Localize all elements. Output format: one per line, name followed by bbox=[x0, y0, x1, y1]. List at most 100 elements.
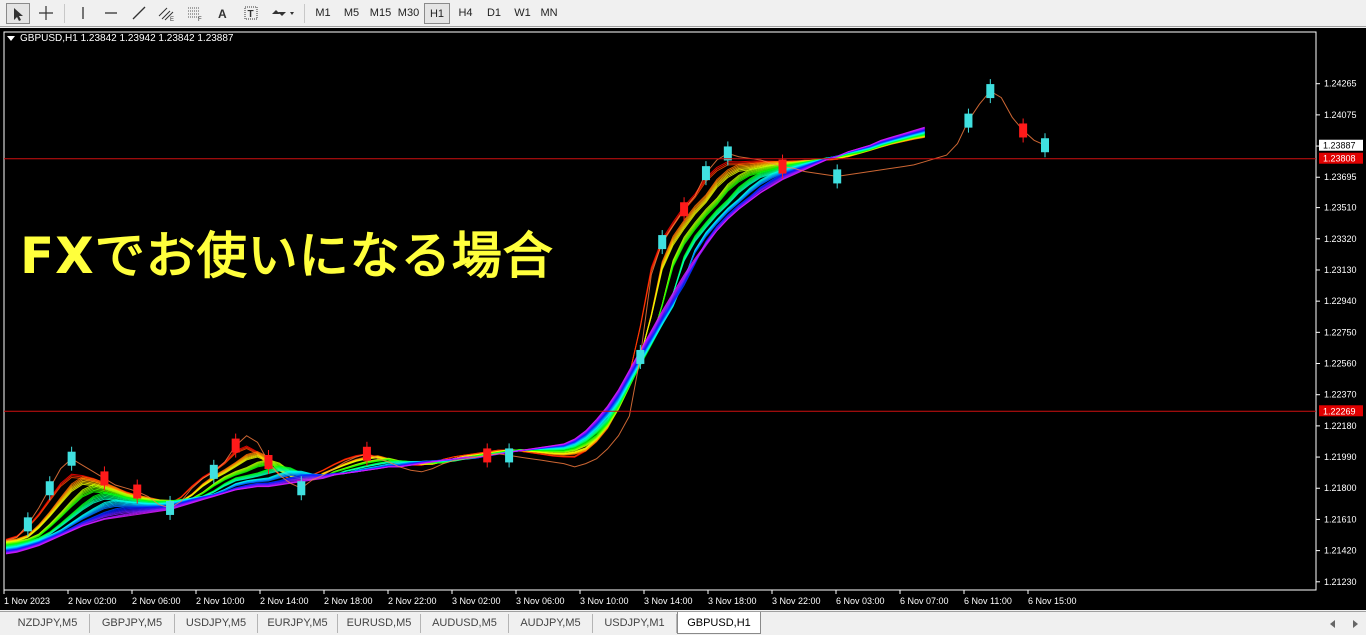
candle-body bbox=[1041, 138, 1049, 153]
chart-area[interactable]: 1.242651.240751.238851.236951.235101.233… bbox=[0, 28, 1366, 610]
candle-body bbox=[133, 484, 142, 499]
ma-line bbox=[5, 132, 925, 548]
text-label-icon: T bbox=[244, 6, 258, 20]
ma-line bbox=[5, 133, 925, 547]
svg-text:A: A bbox=[218, 7, 227, 21]
fibonacci-tool-button[interactable]: F bbox=[184, 3, 206, 24]
tab-eurjpy-m5[interactable]: EURJPY,M5 bbox=[258, 614, 338, 633]
current-price-label: 1.23887 bbox=[1323, 141, 1356, 151]
ma-line bbox=[5, 135, 925, 541]
x-tick-label: 1 Nov 2023 bbox=[4, 596, 50, 606]
y-tick-label: 1.22180 bbox=[1324, 421, 1357, 431]
arrows-tool-button[interactable] bbox=[268, 3, 298, 24]
vertical-line-icon bbox=[82, 7, 84, 19]
x-tick-label: 6 Nov 11:00 bbox=[964, 596, 1012, 606]
toolbar-separator bbox=[304, 4, 305, 23]
scroll-left-icon[interactable] bbox=[1328, 619, 1338, 629]
x-tick-label: 2 Nov 06:00 bbox=[132, 596, 181, 606]
ma-line bbox=[5, 135, 925, 543]
candle-body bbox=[701, 166, 710, 181]
tab-gbpjpy-m5[interactable]: GBPJPY,M5 bbox=[90, 614, 175, 633]
y-tick-label: 1.24265 bbox=[1324, 79, 1357, 89]
ma-ribbon bbox=[5, 126, 925, 555]
x-tick-label: 2 Nov 14:00 bbox=[260, 596, 309, 606]
scroll-right-icon[interactable] bbox=[1350, 619, 1360, 629]
fibonacci-icon: F bbox=[188, 7, 202, 23]
ma-line bbox=[5, 135, 925, 543]
timeframe-m1-button[interactable]: M1 bbox=[310, 3, 336, 24]
x-tick-label: 3 Nov 14:00 bbox=[644, 596, 693, 606]
candle-body bbox=[362, 446, 371, 461]
tab-audjpy-m5[interactable]: AUDJPY,M5 bbox=[509, 614, 593, 633]
x-tick-label: 6 Nov 03:00 bbox=[836, 596, 885, 606]
y-tick-label: 1.22560 bbox=[1324, 359, 1357, 369]
ma-line bbox=[5, 134, 925, 545]
price-chart[interactable]: 1.242651.240751.238851.236951.235101.233… bbox=[0, 28, 1366, 610]
candle-body bbox=[833, 169, 842, 184]
candle-body bbox=[264, 454, 273, 469]
candle-body bbox=[231, 438, 240, 453]
svg-text:T: T bbox=[248, 9, 254, 20]
ma-line bbox=[5, 131, 925, 550]
candle-body bbox=[1019, 123, 1028, 138]
timeframe-m5-button[interactable]: M5 bbox=[338, 3, 365, 24]
toolbar: E F A T M1 M5 M15 M30 H1 H4 D1 W1 MN bbox=[0, 0, 1366, 27]
svg-text:E: E bbox=[170, 17, 174, 21]
ma-line bbox=[5, 126, 925, 555]
timeframe-m30-button[interactable]: M30 bbox=[395, 3, 422, 24]
candle-body bbox=[680, 202, 689, 217]
tab-nzdjpy-m5[interactable]: NZDJPY,M5 bbox=[6, 614, 90, 633]
tab-audusd-m5[interactable]: AUDUSD,M5 bbox=[421, 614, 509, 633]
tab-usdjpy-m5[interactable]: USDJPY,M5 bbox=[175, 614, 258, 633]
candle-body bbox=[67, 451, 76, 466]
trendline-tool-button[interactable] bbox=[128, 3, 150, 24]
x-tick-label: 2 Nov 22:00 bbox=[388, 596, 437, 606]
y-tick-label: 1.22750 bbox=[1324, 327, 1357, 337]
candle-body bbox=[986, 84, 995, 99]
candle-body bbox=[483, 448, 492, 463]
ma-line bbox=[5, 135, 925, 544]
ma-line bbox=[5, 129, 925, 552]
cursor-tool-button[interactable] bbox=[6, 3, 30, 24]
candle-body bbox=[964, 113, 973, 128]
tab-eurusd-m5[interactable]: EURUSD,M5 bbox=[338, 614, 421, 633]
timeframe-mn-button[interactable]: MN bbox=[538, 3, 560, 24]
timeframe-m15-button[interactable]: M15 bbox=[367, 3, 394, 24]
lower-line-price-label: 1.22269 bbox=[1323, 406, 1356, 416]
timeframe-h4-button[interactable]: H4 bbox=[452, 3, 479, 24]
symbol-info: GBPUSD,H1 1.23842 1.23942 1.23842 1.2388… bbox=[20, 33, 234, 44]
candle-body bbox=[636, 349, 645, 364]
ma-line bbox=[5, 133, 925, 547]
channel-icon: E bbox=[158, 7, 174, 23]
ma-line bbox=[5, 133, 925, 546]
x-tick-label: 2 Nov 02:00 bbox=[68, 596, 117, 606]
text-label-tool-button[interactable]: T bbox=[240, 3, 262, 24]
text-icon: A bbox=[218, 7, 227, 21]
upper-line-price-label: 1.23808 bbox=[1323, 154, 1356, 164]
crosshair-icon bbox=[39, 6, 53, 20]
timeframe-d1-button[interactable]: D1 bbox=[481, 3, 507, 24]
ma-line bbox=[5, 136, 925, 540]
horizontal-line-tool-button[interactable] bbox=[100, 3, 122, 24]
ma-line bbox=[5, 130, 925, 551]
equidistant-channel-tool-button[interactable]: E bbox=[156, 3, 178, 24]
candle-body bbox=[100, 471, 109, 486]
timeframe-w1-button[interactable]: W1 bbox=[509, 3, 536, 24]
tab-usdjpy-m1[interactable]: USDJPY,M1 bbox=[593, 614, 677, 633]
y-tick-label: 1.21800 bbox=[1324, 483, 1357, 493]
x-tick-label: 3 Nov 18:00 bbox=[708, 596, 757, 606]
timeframe-h1-button[interactable]: H1 bbox=[424, 3, 450, 24]
candle-body bbox=[166, 500, 175, 515]
ma-line bbox=[5, 133, 925, 548]
crosshair-tool-button[interactable] bbox=[34, 3, 58, 24]
x-tick-label: 3 Nov 22:00 bbox=[772, 596, 821, 606]
collapse-triangle-icon[interactable] bbox=[7, 36, 15, 41]
x-tick-label: 3 Nov 10:00 bbox=[580, 596, 629, 606]
ma-line bbox=[5, 129, 925, 552]
chart-tabs: NZDJPY,M5 GBPJPY,M5 USDJPY,M5 EURJPY,M5 EURU… bbox=[0, 611, 1366, 635]
y-tick-label: 1.21610 bbox=[1324, 514, 1357, 524]
vertical-line-tool-button[interactable] bbox=[72, 3, 94, 24]
tab-gbpusd-h1[interactable]: GBPUSD,H1 bbox=[677, 612, 761, 634]
y-tick-label: 1.23695 bbox=[1324, 172, 1357, 182]
text-tool-button[interactable]: A bbox=[212, 3, 234, 24]
